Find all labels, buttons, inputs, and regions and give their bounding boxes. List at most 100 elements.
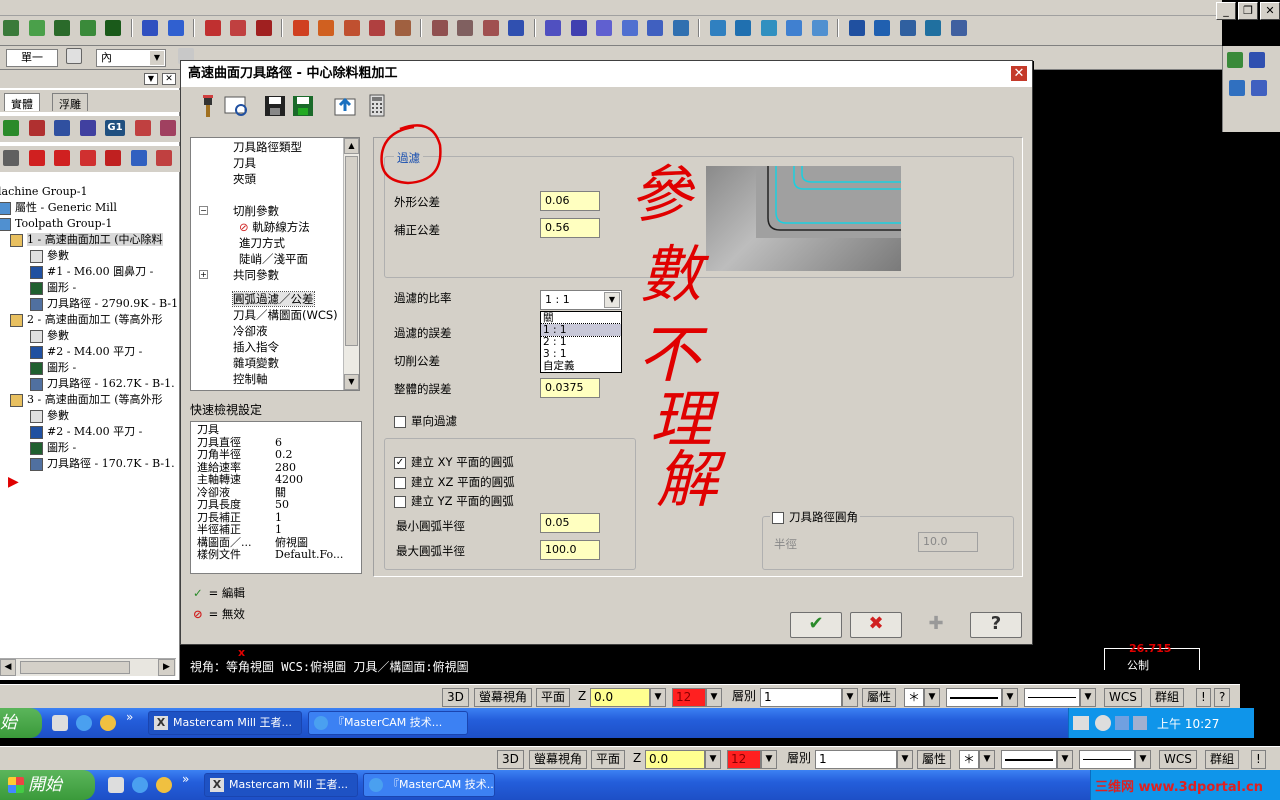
nav-item[interactable]: 刀具: [233, 155, 256, 171]
tab-solids[interactable]: 實體: [4, 93, 40, 111]
insert-arrow-icon[interactable]: [79, 150, 96, 166]
scroll-right-icon[interactable]: ▶: [158, 659, 175, 676]
chevron-down-icon[interactable]: ▼: [706, 688, 722, 707]
tree-item[interactable]: lachine Group-1: [0, 184, 87, 200]
regenerate-icon[interactable]: [54, 120, 70, 136]
trim-icon[interactable]: [230, 20, 246, 36]
backplot-icon[interactable]: [79, 120, 96, 136]
btn-3d-2[interactable]: 3D: [497, 750, 524, 769]
z-value-field-2[interactable]: 0.0: [645, 750, 705, 769]
deselect-icon[interactable]: [28, 120, 45, 136]
tree-item[interactable]: 3 - 高速曲面加工 (等高外形: [10, 392, 163, 408]
lock-icon[interactable]: [3, 150, 19, 166]
line-width-field-2[interactable]: [1079, 750, 1135, 769]
color-field-2[interactable]: 12: [727, 750, 761, 769]
nav-item[interactable]: 雜項變數: [233, 355, 279, 371]
ortho-icon[interactable]: [760, 20, 777, 36]
transform-icon[interactable]: [142, 20, 158, 36]
curve-icon[interactable]: [672, 20, 689, 36]
tree-item[interactable]: 參數: [30, 328, 69, 344]
nav-item[interactable]: ⊘ 軌跡線方法: [239, 219, 310, 235]
rotate-icon[interactable]: [1249, 52, 1265, 68]
solid-view-icon[interactable]: [1227, 52, 1243, 68]
arc-yz-checkbox[interactable]: [394, 495, 406, 508]
chevron-down-icon[interactable]: ▼: [150, 51, 164, 65]
plane-button-2[interactable]: 平面: [591, 750, 626, 769]
close-icon[interactable]: ✕: [162, 73, 176, 85]
view-top-icon[interactable]: [848, 20, 865, 36]
fillet-radius-field[interactable]: 10.0: [918, 532, 978, 552]
point-style-field-2[interactable]: ＊: [959, 750, 979, 769]
mask-icon[interactable]: [394, 20, 411, 36]
point-icon[interactable]: [54, 20, 70, 36]
select-all-icon[interactable]: [3, 120, 19, 136]
layer-icon[interactable]: [786, 20, 802, 36]
tree-item[interactable]: #1 - M6.00 圓鼻刀 -: [30, 264, 153, 280]
move-up-icon[interactable]: [54, 150, 70, 166]
nav-item[interactable]: 陡峭／淺平面: [239, 251, 308, 267]
screen-view-button[interactable]: 螢幕視角: [474, 688, 533, 707]
filter-ratio-option[interactable]: 自定義: [541, 360, 621, 372]
tool-icon[interactable]: [195, 93, 221, 119]
attributes-button-2[interactable]: 屬性: [917, 750, 952, 769]
messenger-icon[interactable]: [100, 715, 116, 731]
one-way-filter-checkbox[interactable]: [394, 415, 406, 428]
tree-item[interactable]: 屬性 - Generic Mill: [0, 200, 117, 216]
scroll-icon[interactable]: [105, 150, 121, 166]
chevron-down-icon[interactable]: ▼: [650, 688, 666, 707]
task-browser[interactable]: 『MasterCAM 技术...: [308, 711, 468, 735]
chevron-down-icon[interactable]: ▼: [897, 750, 913, 769]
nav-scroll-thumb[interactable]: [345, 156, 358, 346]
ie-icon[interactable]: [132, 777, 148, 793]
tree-item[interactable]: #2 - M4.00 平刀 -: [30, 424, 142, 440]
chevron-down-icon[interactable]: ▼: [1057, 750, 1073, 769]
shade-icon[interactable]: [457, 20, 473, 36]
back-icon[interactable]: [1095, 715, 1111, 731]
paint-icon[interactable]: [482, 20, 499, 36]
wcs-button[interactable]: WCS: [1104, 688, 1142, 707]
dialog-close-button[interactable]: ✕: [1010, 65, 1028, 82]
analyze-icon[interactable]: [545, 20, 561, 36]
help-button[interactable]: ?: [970, 612, 1022, 638]
restore-button[interactable]: ❐: [1238, 2, 1258, 20]
chevron-down-icon[interactable]: ▼: [979, 750, 995, 769]
scroll-up-icon[interactable]: ▲: [344, 138, 359, 154]
snap-icon[interactable]: [735, 20, 751, 36]
fillet-icon[interactable]: [79, 20, 96, 36]
chevron-down-icon[interactable]: ▼: [761, 750, 777, 769]
selection-icon[interactable]: [66, 48, 82, 64]
chevron-down-icon[interactable]: ▼: [924, 688, 940, 707]
save-as-icon[interactable]: [291, 93, 317, 119]
fit-icon[interactable]: [1229, 80, 1245, 96]
scroll-left-icon[interactable]: ◀: [0, 659, 16, 676]
line-width-field[interactable]: [1024, 688, 1080, 707]
arc-xy-checkbox[interactable]: ✓: [394, 456, 406, 469]
toggle-display-icon[interactable]: [130, 150, 147, 166]
expand-icon[interactable]: +: [199, 270, 208, 279]
one-way-filter[interactable]: 單向過濾: [394, 413, 457, 429]
max-radius-field[interactable]: 100.0: [540, 540, 600, 560]
fillet-toggle[interactable]: 刀具路徑圓角: [770, 509, 860, 525]
align-icon[interactable]: [709, 20, 726, 36]
level-field-2[interactable]: 1: [815, 750, 897, 769]
attributes-button[interactable]: 屬性: [862, 688, 897, 707]
scroll-down-icon[interactable]: ▼: [344, 374, 359, 390]
move-down-icon[interactable]: [28, 150, 45, 166]
dimension-icon[interactable]: [596, 20, 612, 36]
help-icon[interactable]: ?: [1214, 688, 1231, 707]
arc-xz-checkbox[interactable]: [394, 476, 406, 489]
export-icon[interactable]: [333, 93, 359, 119]
filter-ratio-option[interactable]: 2 : 1: [541, 336, 621, 348]
nav-item[interactable]: 夾頭: [233, 171, 256, 187]
delete-icon[interactable]: [255, 20, 272, 36]
target-icon[interactable]: [204, 20, 221, 36]
tree-item[interactable]: 刀具路徑 - 170.7K - B-1.: [30, 456, 175, 472]
chevron-down-icon[interactable]: ▼: [705, 750, 721, 769]
tab-relief[interactable]: 浮雕: [52, 93, 88, 111]
zoom-icon[interactable]: [950, 20, 967, 36]
btn-3d[interactable]: 3D: [442, 688, 469, 707]
wcs-button-2[interactable]: WCS: [1159, 750, 1197, 769]
screen-view-button-2[interactable]: 螢幕視角: [529, 750, 588, 769]
desktop-icon[interactable]: [52, 715, 68, 731]
unzoom-icon[interactable]: [1251, 80, 1267, 96]
